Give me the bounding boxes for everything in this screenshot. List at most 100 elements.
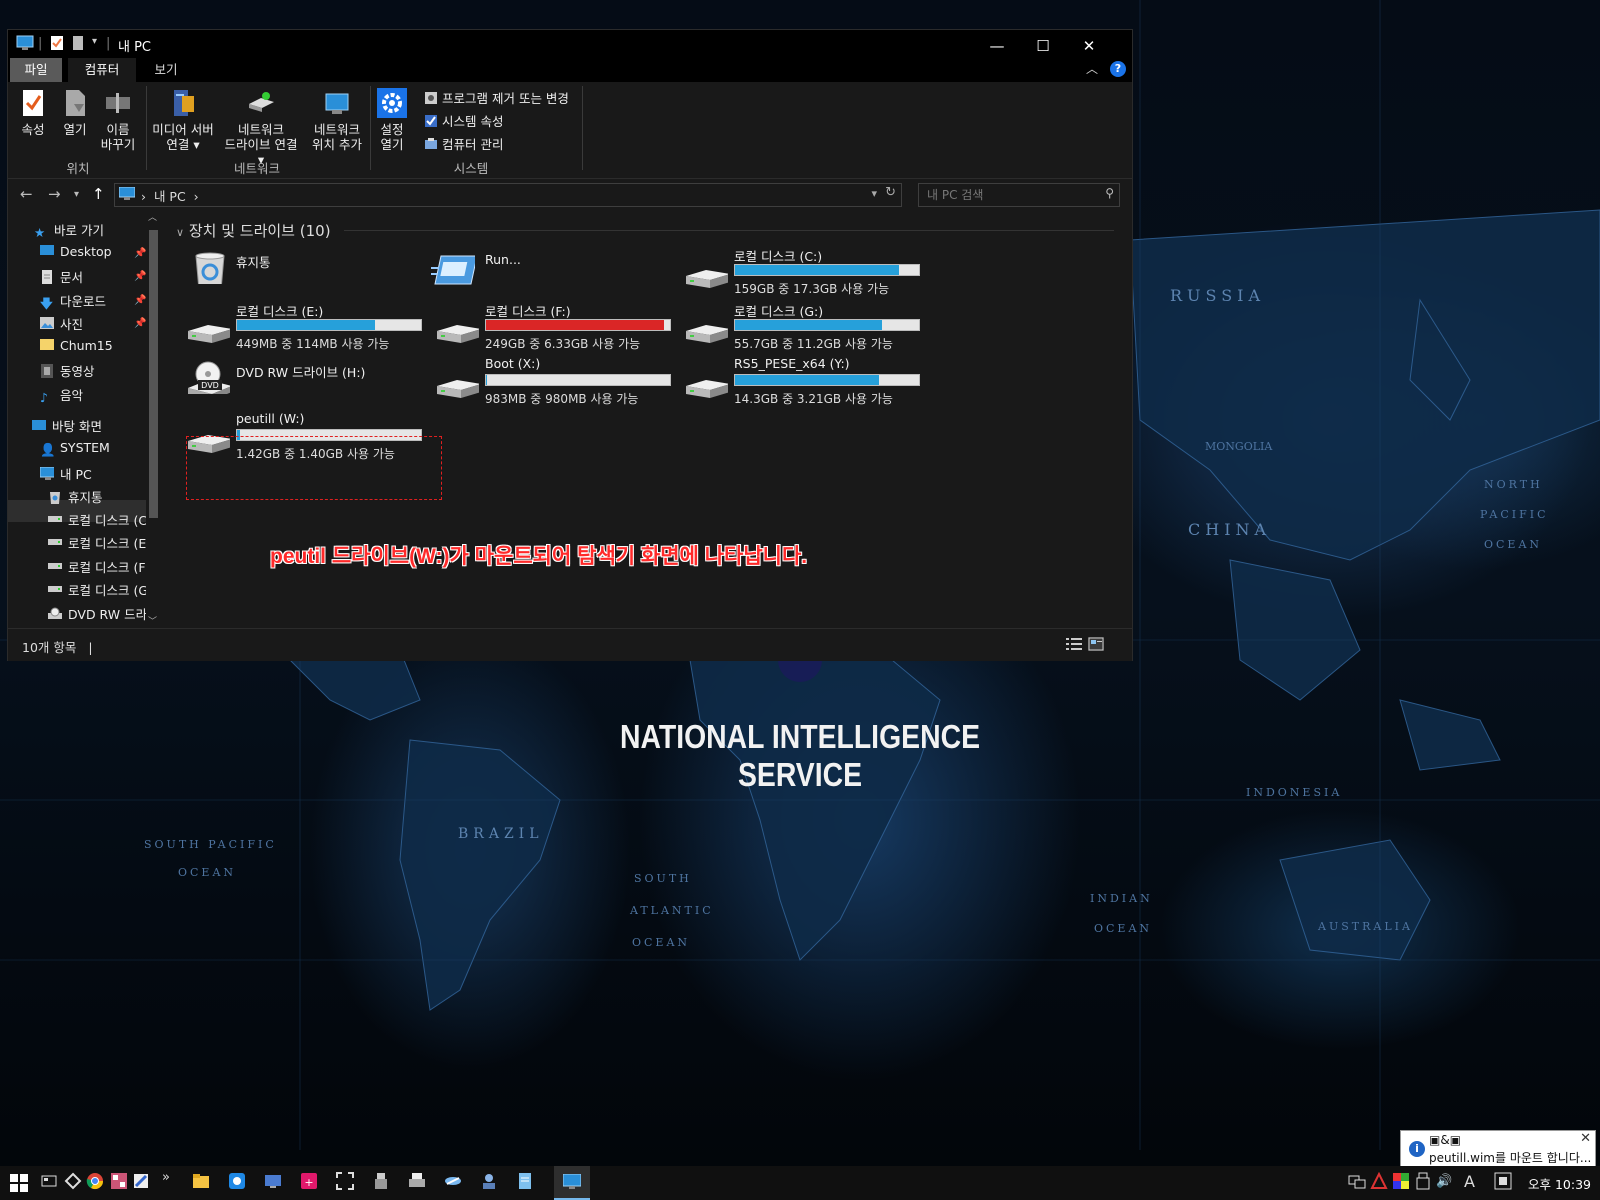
- sidebar-item-drive-c[interactable]: 로컬 디스크 (C: [48, 510, 147, 529]
- sidebar-item-documents[interactable]: 문서: [40, 267, 83, 286]
- search-box[interactable]: ⚲: [918, 183, 1120, 207]
- grid-app-icon[interactable]: [110, 1172, 128, 1190]
- scroll-up-icon[interactable]: ︿: [148, 210, 157, 223]
- group-header[interactable]: ∨ 장치 및 드라이브 (10): [176, 220, 331, 241]
- tab-file[interactable]: 파일: [10, 58, 62, 82]
- sidebar-item-desktop-root[interactable]: 바탕 화면: [32, 416, 102, 435]
- usage-bar: [236, 319, 422, 331]
- pin-icon[interactable]: 📌: [134, 318, 146, 329]
- sidebar-item-drive-e[interactable]: 로컬 디스크 (E: [48, 533, 146, 552]
- clock[interactable]: 오후 10:39: [1528, 1174, 1591, 1193]
- address-history-chevron-icon[interactable]: ▾: [871, 187, 877, 200]
- media-server-button[interactable]: 미디어 서버 연결 ▾: [150, 88, 216, 152]
- properties-button[interactable]: 속성: [16, 88, 50, 137]
- item-dvd-drive[interactable]: DVD DVD RW 드라이브 (H:): [180, 356, 430, 410]
- search-icon[interactable]: ⚲: [1105, 186, 1114, 200]
- item-drive[interactable]: 로컬 디스크 (F:) 249GB 중 6.33GB 사용 가능: [429, 301, 679, 355]
- details-view-icon[interactable]: [1066, 637, 1082, 651]
- item-run[interactable]: Run...: [429, 246, 679, 300]
- sidebar-item-recycle-bin[interactable]: 휴지통: [48, 487, 103, 506]
- tab-view[interactable]: 보기: [142, 58, 190, 82]
- item-drive[interactable]: 로컬 디스크 (C:) 159GB 중 17.3GB 사용 가능: [678, 246, 928, 300]
- item-recycle-bin[interactable]: 휴지통: [180, 246, 430, 300]
- disk-tool-icon[interactable]: [228, 1172, 246, 1190]
- breadcrumb[interactable]: › 내 PC ›: [141, 186, 199, 205]
- chevron-down-icon[interactable]: ∨: [176, 226, 184, 239]
- rename-button[interactable]: 이름 바꾸기: [98, 88, 138, 152]
- sidebar-item-system-user[interactable]: 👤 SYSTEM: [40, 440, 110, 457]
- map-label-pacific: PACIFIC: [1480, 508, 1549, 521]
- notepad-icon[interactable]: [516, 1172, 534, 1190]
- sidebar-item-drive-f[interactable]: 로컬 디스크 (F: [48, 557, 146, 576]
- up-arrow-icon[interactable]: ↑: [92, 185, 105, 203]
- tab-computer[interactable]: 컴퓨터: [68, 58, 136, 82]
- desktop-show-icon[interactable]: [40, 1172, 58, 1190]
- help-icon[interactable]: ?: [1110, 61, 1126, 77]
- mount-notification[interactable]: i ▣&▣ peutill.wim를 마운트 합니다... ✕: [1400, 1130, 1596, 1170]
- volume-icon[interactable]: 🔊: [1436, 1174, 1452, 1189]
- map-network-drive-button[interactable]: 네트워크 드라이브 연결 ▾: [220, 88, 302, 167]
- network-tool-icon[interactable]: [444, 1172, 462, 1190]
- video-icon: [41, 364, 53, 378]
- pin-icon[interactable]: 📌: [134, 295, 146, 306]
- sidebar-item-pictures[interactable]: 사진: [40, 314, 83, 333]
- sidebar-scrollbar[interactable]: ︿ ﹀: [146, 210, 160, 628]
- refresh-icon[interactable]: ↻: [885, 185, 896, 200]
- sidebar-item-downloads[interactable]: 🡇 다운로드: [40, 291, 106, 311]
- desktop-icon: [32, 420, 46, 430]
- tray-app-icon[interactable]: [1370, 1172, 1388, 1190]
- blank-document-icon[interactable]: [72, 35, 84, 51]
- collapse-ribbon-icon[interactable]: ︿: [1086, 60, 1098, 77]
- ime-hangul-icon[interactable]: [1494, 1172, 1512, 1190]
- properties-check-icon[interactable]: [50, 35, 64, 51]
- pin-icon[interactable]: 📌: [134, 248, 146, 259]
- back-arrow-icon[interactable]: ←: [20, 185, 33, 203]
- address-bar[interactable]: › 내 PC › ▾ ↻: [114, 183, 902, 207]
- monitor-app-icon[interactable]: [264, 1172, 282, 1190]
- printer-icon[interactable]: [408, 1172, 426, 1190]
- quick-access-dropdown-icon[interactable]: ▾: [92, 36, 97, 47]
- uninstall-program-button[interactable]: 프로그램 제거 또는 변경: [424, 88, 569, 107]
- pink-app-icon[interactable]: +: [300, 1172, 318, 1190]
- system-properties-button[interactable]: 시스템 속성: [424, 111, 503, 130]
- start-windows-icon[interactable]: [10, 1174, 28, 1192]
- usb-drive-icon[interactable]: [372, 1172, 390, 1190]
- item-drive[interactable]: Boot (X:) 983MB 중 980MB 사용 가능: [429, 356, 679, 410]
- recent-locations-chevron-icon[interactable]: ▾: [74, 189, 79, 200]
- network-tray-icon[interactable]: [1348, 1172, 1366, 1190]
- open-button[interactable]: 열기: [58, 88, 92, 137]
- user-tool-icon[interactable]: [480, 1172, 498, 1190]
- app-diamond-icon[interactable]: [64, 1172, 82, 1190]
- computer-management-button[interactable]: 컴퓨터 관리: [424, 134, 503, 153]
- sidebar-item-this-pc[interactable]: 내 PC: [40, 464, 92, 483]
- ime-mode-indicator[interactable]: A: [1464, 1172, 1475, 1191]
- sidebar-item-drive-g[interactable]: 로컬 디스크 (G: [48, 580, 148, 599]
- sidebar-item-quick-access[interactable]: ★ 바로 가기: [34, 220, 104, 240]
- taskbar-this-pc-active[interactable]: [554, 1166, 590, 1200]
- item-drive[interactable]: 로컬 디스크 (E:) 449MB 중 114MB 사용 가능: [180, 301, 430, 355]
- large-icons-view-icon[interactable]: [1088, 637, 1104, 651]
- sidebar-item-desktop[interactable]: Desktop: [40, 244, 112, 259]
- pin-icon[interactable]: 📌: [134, 271, 146, 282]
- capture-app-icon[interactable]: [336, 1172, 354, 1190]
- sidebar-item-music[interactable]: ♪ 음악: [40, 385, 83, 405]
- color-tray-icon[interactable]: [1392, 1172, 1410, 1190]
- sidebar-item-videos[interactable]: 동영상: [40, 361, 95, 380]
- item-drive[interactable]: 로컬 디스크 (G:) 55.7GB 중 11.2GB 사용 가능: [678, 301, 928, 355]
- tool-app-icon[interactable]: [132, 1172, 150, 1190]
- item-count: 10개 항목 |: [22, 640, 93, 655]
- item-drive[interactable]: RS5_PESE_x64 (Y:) 14.3GB 중 3.21GB 사용 가능: [678, 356, 928, 410]
- search-input[interactable]: [925, 186, 1089, 204]
- open-settings-button[interactable]: 설정 열기: [374, 88, 410, 152]
- chrome-icon[interactable]: [86, 1172, 104, 1190]
- close-icon[interactable]: ✕: [1580, 1131, 1591, 1146]
- add-network-location-button[interactable]: 네트워크 위치 추가: [310, 88, 364, 152]
- file-explorer-icon[interactable]: [192, 1172, 210, 1190]
- scroll-down-icon[interactable]: ﹀: [148, 614, 157, 627]
- forward-arrow-icon[interactable]: →: [48, 185, 61, 203]
- sidebar-item-dvd[interactable]: DVD RW 드라: [48, 604, 147, 623]
- more-apps-chevron-icon[interactable]: »: [162, 1170, 170, 1185]
- sidebar-item-chum15[interactable]: Chum15: [40, 338, 113, 353]
- scrollbar-thumb[interactable]: [149, 230, 158, 518]
- usb-tray-icon[interactable]: [1414, 1172, 1432, 1190]
